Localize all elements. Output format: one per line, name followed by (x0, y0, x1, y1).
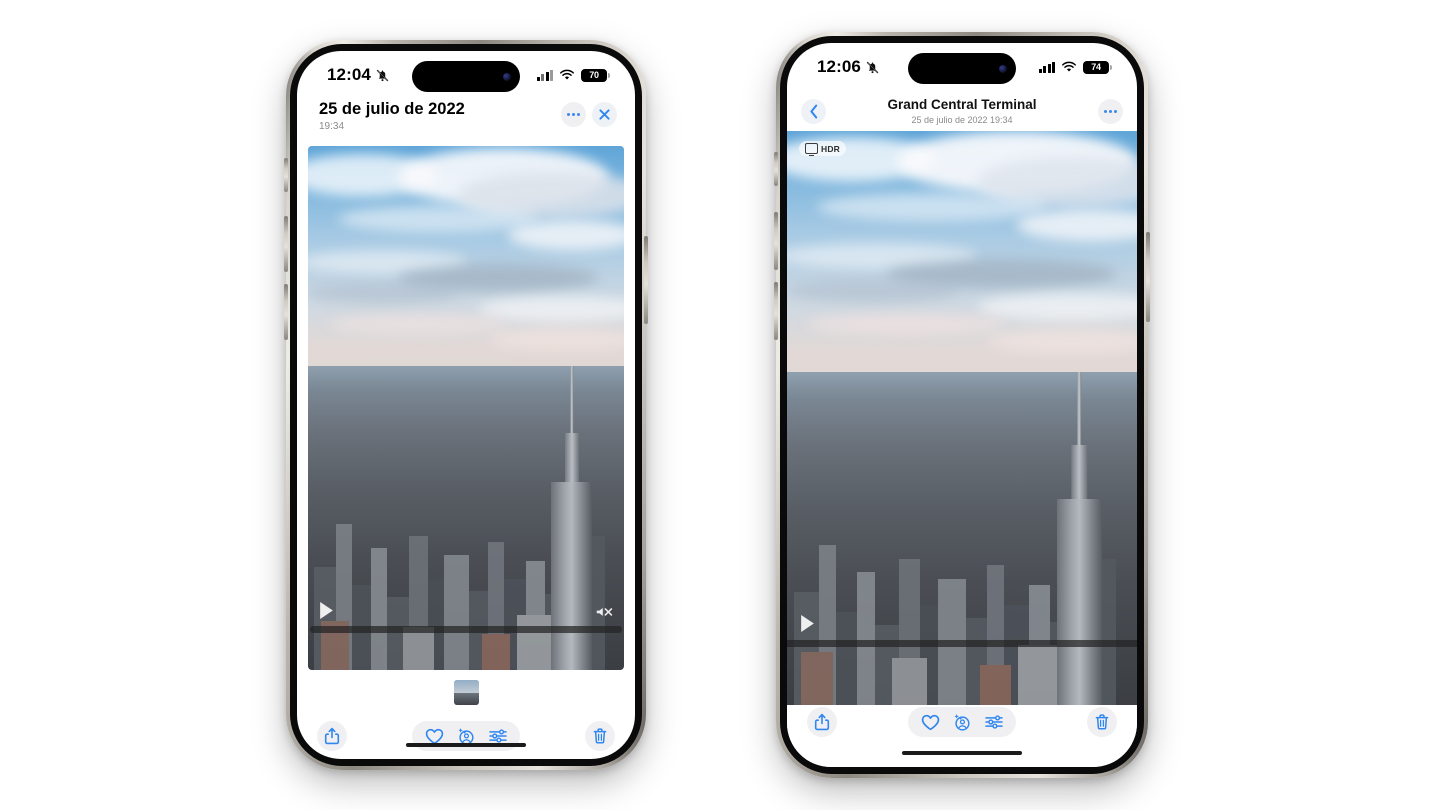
trash-icon (593, 728, 607, 744)
filmstrip-left[interactable] (297, 677, 635, 707)
status-bar-right-group: 70 (536, 68, 610, 82)
adjustments-sliders-icon (985, 715, 1003, 729)
ellipsis-icon (1104, 109, 1117, 113)
battery-level-label: 74 (1091, 62, 1101, 72)
status-bar-left-group: 12:04 (327, 65, 390, 85)
status-bar-left-group: 12:06 (817, 57, 880, 77)
battery-icon: 70 (581, 68, 610, 82)
wifi-icon (1062, 61, 1076, 72)
play-triangle-icon[interactable] (799, 614, 816, 633)
empire-state-building (551, 366, 593, 670)
photo-actions-pill (908, 707, 1016, 737)
phone-right-screen: 12:06 74 Grand Central Terminal 25 de ju… (787, 43, 1137, 767)
photo-clouds (308, 146, 624, 387)
live-photo-button[interactable] (946, 707, 978, 737)
video-scrubber[interactable] (310, 626, 622, 633)
video-scrubber[interactable] (787, 640, 1137, 647)
more-options-button[interactable] (1098, 98, 1123, 124)
play-triangle-icon[interactable] (318, 601, 335, 620)
status-time: 12:04 (327, 65, 371, 84)
share-button[interactable] (807, 707, 837, 737)
volume-up-button-left[interactable] (284, 216, 288, 272)
header-title-group: 25 de julio de 2022 19:34 (315, 99, 465, 133)
favorite-button[interactable] (914, 707, 946, 737)
status-time: 12:06 (817, 57, 861, 76)
display-monitor-icon (805, 143, 818, 157)
cellular-bars-icon (536, 69, 553, 81)
phone-right-device: 12:06 74 Grand Central Terminal 25 de ju… (774, 32, 1150, 778)
battery-icon: 74 (1083, 60, 1112, 74)
volume-up-button-right[interactable] (774, 212, 778, 270)
battery-level-label: 70 (589, 70, 599, 80)
phone-left-screen: 12:04 70 25 de julio de 2022 19:34 (297, 51, 635, 759)
heart-icon (425, 728, 443, 744)
action-button-right[interactable] (774, 152, 778, 186)
page-title: Grand Central Terminal (887, 96, 1037, 112)
cellular-bars-icon (1038, 61, 1055, 73)
trash-icon (1095, 714, 1109, 730)
volume-down-button-right[interactable] (774, 282, 778, 340)
page-subtitle-time: 19:34 (319, 121, 345, 132)
screenshot-canvas: 12:04 70 25 de julio de 2022 19:34 12:06… (0, 0, 1440, 810)
wifi-icon (560, 69, 574, 80)
photo-detail-header-right: Grand Central Terminal 25 de julio de 20… (787, 91, 1137, 131)
front-camera-lens-icon (503, 72, 511, 81)
speaker-mute-icon[interactable] (595, 603, 614, 620)
more-options-button[interactable] (561, 102, 586, 127)
back-button[interactable] (801, 98, 826, 124)
dynamic-island[interactable] (908, 53, 1016, 84)
bell-slash-icon (376, 69, 389, 81)
adjustments-sliders-icon (489, 729, 507, 743)
hdr-badge-label: HDR (821, 143, 841, 154)
volume-down-button-left[interactable] (284, 284, 288, 340)
delete-button[interactable] (585, 721, 615, 751)
close-x-icon (599, 109, 610, 120)
share-square-arrow-up-icon (324, 727, 340, 745)
close-button[interactable] (592, 102, 617, 127)
chevron-left-icon (809, 104, 817, 118)
page-subtitle-datetime: 25 de julio de 2022 19:34 (911, 114, 1013, 125)
photo-toolbar-left (297, 716, 635, 756)
front-camera-lens-icon (999, 64, 1007, 73)
photo-detail-header-left: 25 de julio de 2022 19:34 (297, 99, 635, 141)
photo-viewer-right[interactable]: HDR (787, 131, 1137, 705)
bell-slash-icon (866, 61, 879, 73)
header-actions (561, 99, 617, 127)
adjust-button[interactable] (978, 707, 1010, 737)
phone-left-device: 12:04 70 25 de julio de 2022 19:34 (284, 40, 648, 770)
hdr-badge: HDR (799, 141, 847, 157)
filmstrip-thumbnail[interactable] (453, 679, 479, 705)
page-title: 25 de julio de 2022 (319, 100, 465, 118)
dynamic-island[interactable] (412, 61, 520, 92)
photo-viewer-left[interactable] (308, 146, 624, 670)
home-indicator[interactable] (902, 751, 1022, 755)
empire-state-building (1056, 372, 1102, 705)
header-title-group: Grand Central Terminal 25 de julio de 20… (826, 97, 1098, 126)
heart-icon (921, 714, 939, 730)
action-button-left[interactable] (284, 158, 288, 192)
power-button-left[interactable] (644, 236, 648, 324)
home-indicator[interactable] (406, 743, 526, 747)
power-button-right[interactable] (1146, 232, 1150, 322)
photo-toolbar-right (787, 705, 1137, 739)
share-button[interactable] (317, 721, 347, 751)
delete-button[interactable] (1087, 707, 1117, 737)
photo-clouds (787, 131, 1137, 395)
live-photo-sparkle-icon (954, 714, 970, 731)
ellipsis-icon (567, 113, 580, 116)
status-bar-right-group: 74 (1038, 60, 1112, 74)
share-square-arrow-up-icon (814, 713, 830, 731)
